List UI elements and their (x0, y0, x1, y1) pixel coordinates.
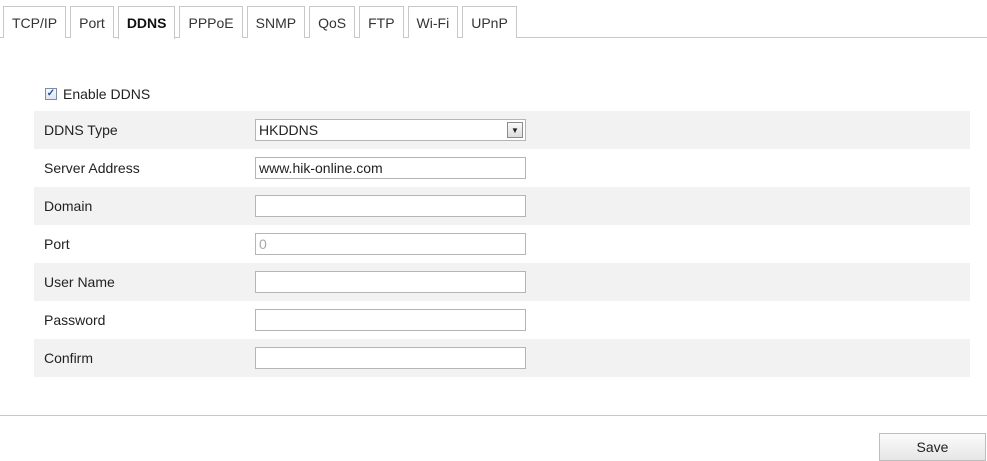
user-name-input[interactable] (255, 271, 526, 293)
ddns-type-value: HKDDNS (259, 122, 319, 138)
user-name-label: User Name (44, 274, 115, 290)
tab-ftp[interactable]: FTP (359, 6, 404, 38)
user-name-row: User Name (34, 263, 970, 301)
tab-ddns[interactable]: DDNS (117, 6, 176, 39)
password-label: Password (44, 312, 106, 328)
server-address-row: Server Address www.hik-online.com (34, 149, 970, 187)
tab-snmp[interactable]: SNMP (246, 6, 306, 38)
domain-input[interactable] (255, 195, 526, 217)
confirm-row: Confirm (34, 339, 970, 377)
password-input[interactable] (255, 309, 526, 331)
tab-port[interactable]: Port (70, 6, 114, 38)
server-address-input[interactable]: www.hik-online.com (255, 157, 526, 179)
enable-ddns-label[interactable]: Enable DDNS (63, 86, 150, 102)
port-row: Port 0 (34, 225, 970, 263)
tab-tcp-ip[interactable]: TCP/IP (3, 6, 67, 38)
port-label: Port (44, 236, 70, 252)
confirm-input[interactable] (255, 347, 526, 369)
tab-pppoe[interactable]: PPPoE (179, 6, 243, 38)
ddns-form: DDNS Type HKDDNS ▼ Server Address www.hi… (34, 111, 970, 377)
enable-ddns-row: ✓ Enable DDNS (45, 86, 150, 102)
ddns-type-select[interactable]: HKDDNS ▼ (255, 119, 526, 141)
divider (0, 415, 987, 416)
tab-qos[interactable]: QoS (309, 6, 356, 38)
chevron-down-icon[interactable]: ▼ (507, 122, 523, 138)
tab-bar: TCP/IP Port DDNS PPPoE SNMP QoS FTP Wi-F… (0, 0, 987, 39)
domain-row: Domain (34, 187, 970, 225)
ddns-type-label: DDNS Type (44, 122, 118, 138)
tab-wi-fi[interactable]: Wi-Fi (407, 6, 459, 38)
tab-list: TCP/IP Port DDNS PPPoE SNMP QoS FTP Wi-F… (3, 6, 517, 39)
ddns-type-row: DDNS Type HKDDNS ▼ (34, 111, 970, 149)
enable-ddns-checkbox[interactable]: ✓ (45, 88, 57, 100)
password-row: Password (34, 301, 970, 339)
server-address-label: Server Address (44, 160, 140, 176)
confirm-label: Confirm (44, 350, 94, 366)
domain-label: Domain (44, 198, 93, 214)
tab-upnp[interactable]: UPnP (462, 6, 517, 38)
save-button[interactable]: Save (879, 433, 986, 461)
port-input[interactable]: 0 (255, 233, 526, 255)
